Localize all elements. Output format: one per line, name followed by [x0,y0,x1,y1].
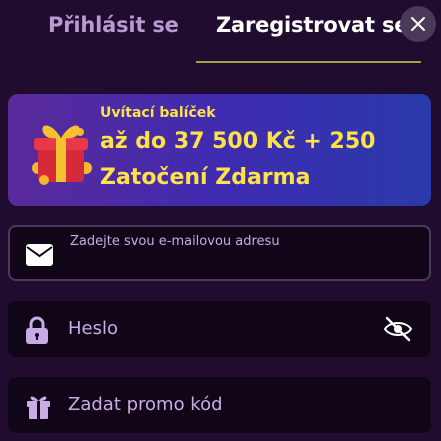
welcome-package-banner: Uvítací balíček až do 37 500 Kč + 250 Za… [8,94,431,206]
password-field[interactable]: Heslo [8,301,431,357]
email-input[interactable] [70,251,414,279]
banner-headline: až do 37 500 Kč + 250 [100,129,376,154]
eye-off-icon[interactable] [383,315,413,343]
banner-subtitle: Uvítací balíček [100,105,216,121]
banner-headline-line2: Zatočení Zdarma [100,165,311,190]
password-placeholder: Heslo [68,318,119,339]
gift-box-illustration [32,125,92,185]
lock-icon [26,316,48,344]
close-icon [411,17,425,31]
auth-tabs: Přihlásit se Zaregistrovat se [0,0,441,64]
tab-login[interactable]: Přihlásit se [48,13,179,37]
close-button[interactable] [400,6,436,42]
gift-icon [27,396,50,419]
promo-code-field[interactable]: Zadat promo kód [8,377,431,433]
active-tab-underline [196,61,421,63]
email-field-label: Zadejte svou e-mailovou adresu [70,234,280,249]
envelope-icon [26,244,53,266]
tab-register[interactable]: Zaregistrovat se [216,13,409,37]
promo-code-placeholder: Zadat promo kód [68,394,223,415]
email-field[interactable]: Zadejte svou e-mailovou adresu [8,225,431,281]
